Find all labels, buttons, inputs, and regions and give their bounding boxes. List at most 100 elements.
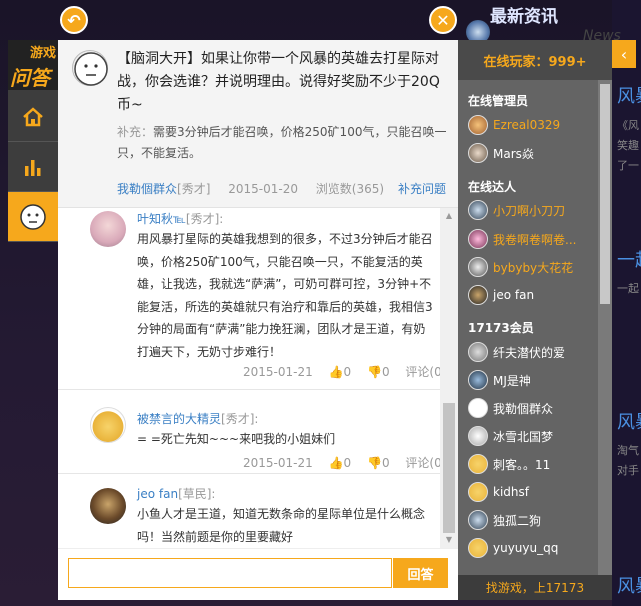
- back-button[interactable]: ↶: [60, 6, 88, 34]
- collapse-panel-button[interactable]: ‹: [612, 40, 636, 68]
- online-user[interactable]: bybyby大花花: [468, 257, 573, 277]
- scroll-up-arrow-icon[interactable]: ▲: [443, 210, 455, 222]
- thumbs-up-icon: 👍: [328, 365, 344, 379]
- answer-author-name[interactable]: jeo fan: [137, 487, 178, 501]
- face-icon: [20, 203, 46, 230]
- avatar: [468, 285, 488, 305]
- online-user-name: 我卷啊卷啊卷...: [493, 232, 577, 247]
- online-user[interactable]: MJ是神: [468, 370, 531, 390]
- avatar: [468, 200, 488, 220]
- tab-qa[interactable]: [8, 192, 58, 242]
- online-user-name: Ezreal0329: [493, 118, 561, 132]
- online-user-name: 刺客。。11: [493, 457, 551, 472]
- question-meta: 我勒個群众[秀才] 2015-01-20 浏览数(365): [117, 180, 384, 197]
- answers-scroll-thumb[interactable]: [443, 403, 455, 533]
- avatar: [468, 342, 488, 362]
- answer-list: 叶知秋℡[秀才]: 用风暴打星际的英雄我想到的很多，不过3分钟后才能召唤，价格2…: [58, 208, 440, 548]
- answer-footer: 2015-01-21 👍0 👎0 评论(0): [243, 363, 440, 380]
- tab-home[interactable]: [8, 92, 58, 142]
- answer-author: 被禁言的大精灵[秀才]:: [137, 410, 258, 427]
- thumbs-up-button[interactable]: 👍0: [329, 365, 352, 379]
- add-question-link[interactable]: 补充问题: [398, 180, 446, 197]
- back-icon: ↶: [67, 10, 81, 30]
- online-user[interactable]: 独孤二狗: [468, 510, 541, 530]
- close-button[interactable]: ✕: [429, 6, 457, 34]
- online-user[interactable]: 我勒個群众: [468, 398, 553, 418]
- answer-input[interactable]: [68, 558, 392, 588]
- answer-author: 叶知秋℡[秀才]:: [137, 210, 223, 227]
- online-user[interactable]: kidhsf: [468, 482, 529, 502]
- question-date: 2015-01-20: [228, 182, 298, 196]
- avatar: [468, 482, 488, 502]
- online-user-name: bybyby大花花: [493, 260, 574, 275]
- online-user-name: kidhsf: [493, 485, 529, 499]
- question-title: 【脑洞大开】如果让你带一个风暴的英雄去打星际对战，你会选谁？并说明理由。说得好奖…: [117, 51, 440, 113]
- online-footer-link[interactable]: 找游戏，上17173: [458, 575, 612, 600]
- news-title[interactable]: 一起: [617, 246, 641, 272]
- scroll-down-arrow-icon[interactable]: ▼: [443, 534, 455, 546]
- online-user[interactable]: Mars焱: [468, 143, 534, 163]
- thumbs-down-icon: 👎: [367, 365, 382, 379]
- avatar: [468, 229, 488, 249]
- news-snippet: 淘气: [617, 444, 639, 457]
- comment-link[interactable]: 评论(0): [405, 456, 440, 470]
- avatar: [468, 426, 488, 446]
- avatar: [468, 538, 488, 558]
- chart-icon: [25, 159, 41, 176]
- news-title[interactable]: 风暴: [617, 82, 641, 108]
- tab-stats[interactable]: [8, 142, 58, 192]
- answer-text: 用风暴打星际的英雄我想到的很多，不过3分钟后才能召唤，价格250矿100气，只能…: [137, 232, 433, 359]
- online-user-name: jeo fan: [493, 288, 535, 302]
- thumbs-up-button[interactable]: 👍0: [329, 456, 352, 470]
- section-members: 17173会员: [468, 321, 534, 335]
- question-author[interactable]: 我勒個群众: [117, 182, 177, 196]
- news-snippet: 笑趣: [617, 139, 639, 152]
- thumbs-down-icon: 👎: [367, 456, 382, 470]
- online-user[interactable]: Ezreal0329: [468, 115, 560, 135]
- answer-avatar: [90, 488, 126, 524]
- online-user-name: MJ是神: [493, 373, 531, 388]
- online-user[interactable]: 冰雪北国梦: [468, 426, 553, 446]
- avatar: [468, 257, 488, 277]
- news-snippet: 对手: [617, 464, 639, 477]
- thumbs-down-count: 0: [381, 456, 390, 470]
- online-user[interactable]: 刺客。。11: [468, 454, 550, 474]
- game-qa-logo: 游戏 问答: [8, 40, 58, 90]
- online-user[interactable]: 小刀啊小刀刀: [468, 200, 565, 220]
- online-user-name: 冰雪北国梦: [493, 429, 554, 444]
- thumbs-up-count: 0: [343, 456, 352, 470]
- online-user-name: 纤夫潜伏的爱: [493, 345, 566, 360]
- answer-avatar: [90, 211, 126, 247]
- online-user-name: yuyuyu_qq: [493, 541, 559, 555]
- online-user-name: 小刀啊小刀刀: [493, 203, 566, 218]
- avatar: [468, 398, 488, 418]
- news-snippet: 了一: [617, 159, 639, 172]
- thumbs-down-button[interactable]: 👎0: [367, 456, 390, 470]
- online-user[interactable]: 我卷啊卷啊卷...: [468, 229, 576, 249]
- section-admins: 在线管理员: [468, 94, 529, 108]
- close-icon: ✕: [436, 10, 450, 30]
- question-avatar: [72, 50, 108, 86]
- answer-author-rank: [秀才]:: [221, 412, 259, 426]
- online-user[interactable]: 纤夫潜伏的爱: [468, 342, 565, 362]
- online-scroll-thumb[interactable]: [600, 84, 610, 304]
- comment-link[interactable]: 评论(0): [405, 365, 440, 379]
- logo-text-top: 游戏: [30, 46, 57, 61]
- answer-button[interactable]: 回答: [393, 558, 448, 588]
- answer-author-rank: [草民]:: [178, 487, 216, 501]
- answer-text: 小鱼人才是王道，知道无数条命的星际单位是什么概念吗！当然前题是你的里要藏好: [137, 507, 426, 544]
- online-user[interactable]: yuyuyu_qq: [468, 538, 558, 558]
- news-title[interactable]: 风暴: [617, 408, 641, 434]
- news-title[interactable]: 风暴: [617, 572, 641, 598]
- avatar: [468, 370, 488, 390]
- news-snippet: 《风: [617, 119, 639, 132]
- answer-item: 被禁言的大精灵[秀才]: = =死亡先知~~~来吧我的小姐妹们 2015-01-…: [58, 390, 440, 474]
- answer-author-name[interactable]: 叶知秋℡: [137, 212, 186, 226]
- avatar: [468, 115, 488, 135]
- thumbs-down-count: 0: [381, 365, 390, 379]
- thumbs-down-button[interactable]: 👎0: [367, 365, 390, 379]
- answer-author-name[interactable]: 被禁言的大精灵: [137, 412, 221, 426]
- online-user-name: 独孤二狗: [493, 513, 542, 528]
- supplement-label: 补充：: [117, 125, 154, 139]
- online-user[interactable]: jeo fan: [468, 285, 534, 305]
